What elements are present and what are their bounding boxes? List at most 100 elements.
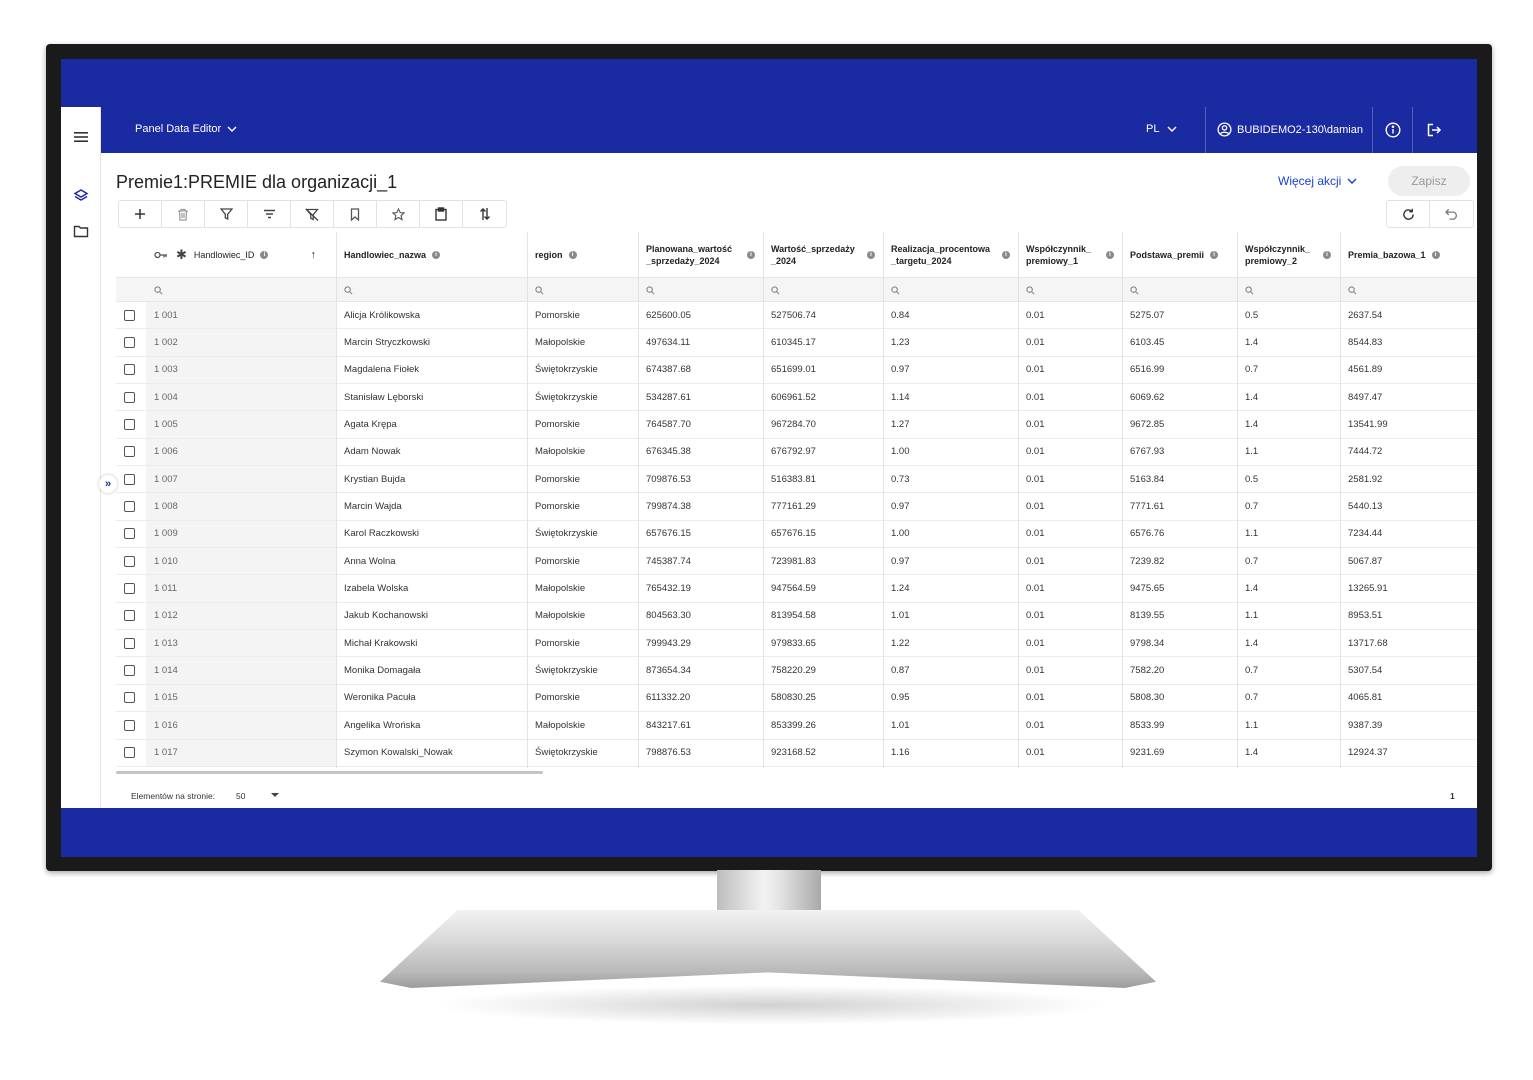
table-cell[interactable]: 0.87 xyxy=(883,657,1018,683)
table-cell[interactable]: 5275.07 xyxy=(1122,302,1237,328)
sort-asc-icon[interactable]: ↑ xyxy=(310,249,316,261)
table-cell[interactable]: Małopolskie xyxy=(527,329,638,355)
table-cell[interactable]: 6576.76 xyxy=(1122,521,1237,547)
table-cell[interactable]: 0.01 xyxy=(1018,521,1122,547)
table-cell[interactable]: 7234.44 xyxy=(1340,521,1477,547)
table-cell[interactable]: Pomorskie xyxy=(527,630,638,656)
table-cell[interactable]: 9387.39 xyxy=(1340,712,1477,738)
search-icon[interactable] xyxy=(883,278,900,302)
table-cell[interactable]: 1 012 xyxy=(146,602,336,630)
user-menu[interactable]: BUBIDEMO2-130\damian xyxy=(1217,122,1363,137)
table-cell[interactable]: 625600.05 xyxy=(638,302,763,328)
table-cell[interactable]: 9672.85 xyxy=(1122,411,1237,437)
table-cell[interactable]: 0.01 xyxy=(1018,575,1122,601)
table-cell[interactable]: 0.5 xyxy=(1237,466,1340,492)
table-cell[interactable]: 0.97 xyxy=(883,548,1018,574)
language-select[interactable]: PL xyxy=(1146,123,1177,135)
table-cell[interactable]: Jakub Kochanowski xyxy=(336,603,527,629)
table-cell[interactable]: 0.01 xyxy=(1018,329,1122,355)
search-icon[interactable] xyxy=(1340,278,1357,302)
table-cell[interactable]: Krystian Bujda xyxy=(336,466,527,492)
table-cell[interactable]: 4561.89 xyxy=(1340,357,1477,383)
table-cell[interactable]: 4065.81 xyxy=(1340,685,1477,711)
table-cell[interactable]: 0.84 xyxy=(883,302,1018,328)
table-cell[interactable]: 1.4 xyxy=(1237,384,1340,410)
table-cell[interactable]: 764587.70 xyxy=(638,411,763,437)
table-cell[interactable]: 923168.52 xyxy=(763,740,883,766)
table-cell[interactable]: 758220.29 xyxy=(763,657,883,683)
table-cell[interactable]: 8544.83 xyxy=(1340,329,1477,355)
table-cell[interactable]: 0.7 xyxy=(1237,657,1340,683)
table-row[interactable]: 1 016 Angelika Wrońska Małopolskie 843217.6… xyxy=(116,712,1477,740)
table-row[interactable]: 1 013 Michał Krakowski Pomorskie 799943.29 9… xyxy=(116,630,1477,658)
table-cell[interactable]: 1.22 xyxy=(883,630,1018,656)
table-cell[interactable]: 7444.72 xyxy=(1340,439,1477,465)
table-cell[interactable]: 0.01 xyxy=(1018,740,1122,766)
table-cell[interactable]: Pomorskie xyxy=(527,685,638,711)
table-cell[interactable]: 674387.68 xyxy=(638,357,763,383)
column-header[interactable]: region i xyxy=(527,232,638,278)
search-icon[interactable] xyxy=(1018,278,1035,302)
row-checkbox[interactable] xyxy=(124,501,135,513)
table-row[interactable]: 1 011 Izabela Wolska Małopolskie 765432.19 9… xyxy=(116,575,1477,603)
table-cell[interactable]: Świętokrzyskie xyxy=(527,521,638,547)
table-cell[interactable]: 1.4 xyxy=(1237,740,1340,766)
table-cell[interactable]: 8497.47 xyxy=(1340,384,1477,410)
table-cell[interactable]: 1.00 xyxy=(883,439,1018,465)
sort-swap-icon[interactable] xyxy=(463,201,506,227)
column-header[interactable]: Współczynnik_ premiowy_1 i xyxy=(1018,232,1122,278)
table-cell[interactable]: 0.01 xyxy=(1018,411,1122,437)
table-cell[interactable]: 9798.34 xyxy=(1122,630,1237,656)
row-checkbox[interactable] xyxy=(124,583,135,595)
table-cell[interactable]: 6103.45 xyxy=(1122,329,1237,355)
table-cell[interactable]: 0.73 xyxy=(883,466,1018,492)
column-header[interactable]: Premia_bazowa_1 i xyxy=(1340,232,1477,278)
table-cell[interactable]: 5067.87 xyxy=(1340,548,1477,574)
table-cell[interactable]: 813954.58 xyxy=(763,603,883,629)
row-checkbox[interactable] xyxy=(124,692,135,704)
table-cell[interactable]: Karol Raczkowski xyxy=(336,521,527,547)
table-cell[interactable]: Agata Krępa xyxy=(336,411,527,437)
table-cell[interactable]: 0.7 xyxy=(1237,357,1340,383)
caret-down-icon[interactable] xyxy=(271,793,279,797)
table-cell[interactable]: 8953.51 xyxy=(1340,603,1477,629)
table-row[interactable]: 1 009 Karol Raczkowski Świętokrzyskie 65767… xyxy=(116,520,1477,549)
expand-panel-icon[interactable]: » xyxy=(99,475,117,493)
table-cell[interactable]: 8533.99 xyxy=(1122,712,1237,738)
table-cell[interactable]: 1.01 xyxy=(883,603,1018,629)
table-cell[interactable]: 676345.38 xyxy=(638,439,763,465)
table-cell[interactable]: 853399.26 xyxy=(763,712,883,738)
table-cell[interactable]: 0.01 xyxy=(1018,357,1122,383)
table-cell[interactable]: Świętokrzyskie xyxy=(527,740,638,766)
table-cell[interactable]: 0.01 xyxy=(1018,685,1122,711)
table-cell[interactable]: 1 013 xyxy=(146,630,336,657)
table-cell[interactable]: 709876.53 xyxy=(638,466,763,492)
row-checkbox[interactable] xyxy=(124,309,135,321)
search-icon[interactable] xyxy=(638,278,655,302)
search-icon[interactable] xyxy=(1122,278,1139,302)
table-cell[interactable]: 1 007 xyxy=(146,466,336,493)
table-cell[interactable]: 534287.61 xyxy=(638,384,763,410)
table-cell[interactable]: 804563.30 xyxy=(638,603,763,629)
table-cell[interactable]: Świętokrzyskie xyxy=(527,657,638,683)
table-cell[interactable]: 657676.15 xyxy=(638,521,763,547)
row-checkbox[interactable] xyxy=(124,419,135,431)
table-cell[interactable]: 967284.70 xyxy=(763,411,883,437)
table-cell[interactable]: Małopolskie xyxy=(527,439,638,465)
table-cell[interactable]: 1 006 xyxy=(146,438,336,466)
table-cell[interactable]: 1.16 xyxy=(883,740,1018,766)
table-cell[interactable]: 0.01 xyxy=(1018,657,1122,683)
table-row[interactable]: 1 015 Weronika Pacuła Pomorskie 611332.20 58… xyxy=(116,684,1477,713)
table-cell[interactable]: 1 005 xyxy=(146,411,336,438)
table-cell[interactable]: Angelika Wrońska xyxy=(336,712,527,738)
more-actions-button[interactable]: Więcej akcji xyxy=(1278,174,1357,188)
table-cell[interactable]: Pomorskie xyxy=(527,302,638,328)
row-checkbox[interactable] xyxy=(124,610,135,622)
table-cell[interactable]: Pomorskie xyxy=(527,548,638,574)
table-cell[interactable]: 5808.30 xyxy=(1122,685,1237,711)
column-header[interactable]: Handlowiec_nazwa i xyxy=(336,232,527,278)
table-cell[interactable]: 947564.59 xyxy=(763,575,883,601)
table-cell[interactable]: Pomorskie xyxy=(527,466,638,492)
table-cell[interactable]: 7771.61 xyxy=(1122,493,1237,519)
folder-icon[interactable] xyxy=(69,219,93,243)
